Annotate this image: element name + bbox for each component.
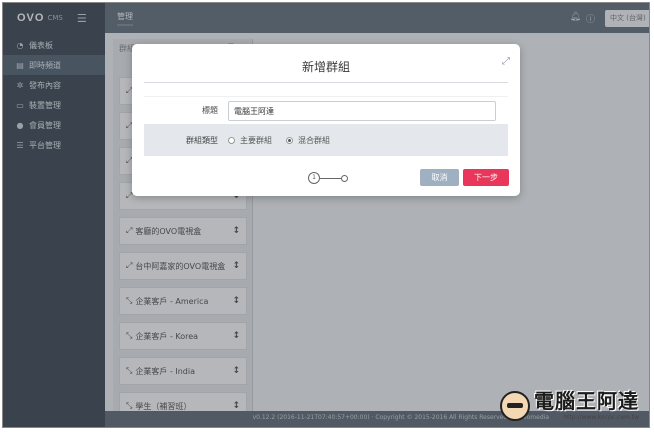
type-label: 群組類型 — [186, 135, 218, 145]
expand-icon[interactable]: ⤢ — [502, 56, 510, 67]
name-row: 標題 電腦王阿達 — [144, 96, 508, 124]
watermark-url: http://www.kocpc.com.tw — [563, 414, 639, 421]
watermark-name: 電腦王阿達 — [534, 389, 639, 413]
cancel-button[interactable]: 取消 — [420, 169, 459, 186]
radio-button-selected[interactable] — [286, 136, 293, 144]
radio-button[interactable] — [228, 136, 235, 144]
mascot-image — [500, 391, 530, 421]
radio-primary-group[interactable]: 主要群組 — [228, 135, 272, 146]
new-group-dialog: 新增群組 ⤢ 標題 電腦王阿達 群組類型 主要群組 混合群組 1 取消 下一步 — [132, 44, 520, 196]
dialog-title: 新增群組 — [301, 60, 350, 74]
type-row: 群組類型 主要群組 混合群組 — [144, 124, 508, 156]
radio-mixed-group[interactable]: 混合群組 — [286, 135, 330, 146]
group-name-input[interactable]: 電腦王阿達 — [228, 100, 496, 121]
watermark: 電腦王阿達 http://www.kocpc.com.tw — [500, 385, 639, 421]
app-window: OVO CMS ☰ ◔ 儀表板 ▤ 即時頻道 ✲ 發布內容 ▭ 裝置管理 ● 會員管理 ☰… — [2, 2, 650, 428]
step-2 — [341, 175, 348, 182]
step-connector — [320, 178, 342, 179]
step-1: 1 — [308, 172, 320, 184]
next-step-button[interactable]: 下一步 — [463, 169, 509, 186]
name-label: 標題 — [202, 106, 218, 115]
step-indicator: 1 — [308, 172, 348, 184]
dialog-divider — [144, 82, 508, 83]
